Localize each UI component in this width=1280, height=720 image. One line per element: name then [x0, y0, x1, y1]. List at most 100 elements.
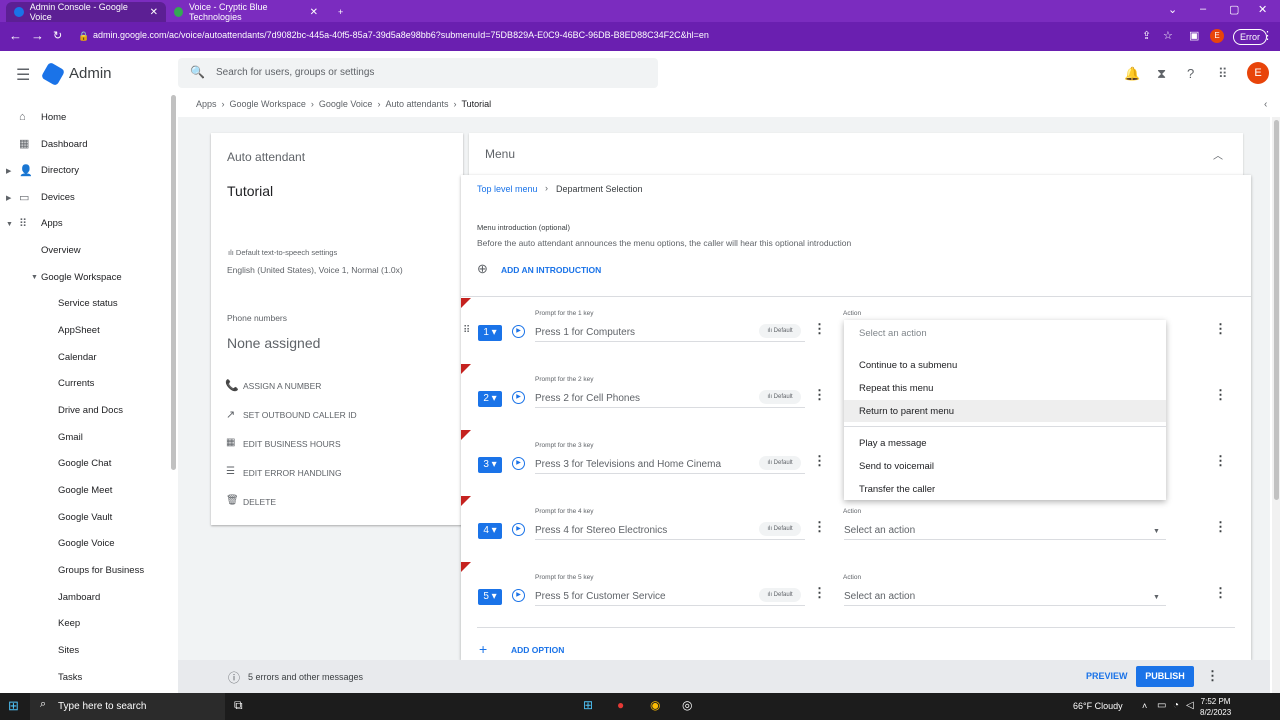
sidebar-item-directory[interactable]: Directory: [41, 165, 79, 176]
default-badge[interactable]: ılı Default: [759, 588, 801, 602]
more-vert-icon[interactable]: ⋮: [813, 387, 826, 403]
sidebar-item-service-status[interactable]: Service status: [58, 298, 118, 309]
expand-arrow-icon[interactable]: ▶: [6, 167, 11, 175]
collapse-arrow-icon[interactable]: ▼: [31, 274, 38, 281]
close-icon[interactable]: ✕: [310, 7, 318, 18]
prompt-input[interactable]: Press 3 for Televisions and Home Cinema: [535, 459, 721, 470]
more-vert-icon[interactable]: ⋮: [813, 519, 826, 535]
profile-avatar[interactable]: E: [1210, 29, 1224, 43]
url-field[interactable]: admin.google.com/ac/voice/autoattendants…: [93, 30, 709, 40]
maximize-icon[interactable]: ▢: [1229, 3, 1239, 16]
task-view-icon[interactable]: ⧉: [234, 698, 243, 713]
sidebar-item-devices[interactable]: Devices: [41, 192, 75, 203]
sidebar-item-google-workspace[interactable]: Google Workspace: [41, 272, 122, 283]
add-icon[interactable]: +: [479, 641, 487, 657]
dropdown-arrow-icon[interactable]: ▼: [1153, 528, 1160, 535]
tab-voice[interactable]: Voice - Cryptic Blue Technologies ✕: [166, 2, 326, 22]
play-icon[interactable]: ▶: [512, 325, 525, 338]
hamburger-menu-icon[interactable]: ☰: [16, 65, 30, 85]
key-select-4[interactable]: 4 ▾: [478, 523, 502, 539]
prompt-input[interactable]: Press 4 for Stereo Electronics: [535, 525, 667, 536]
dropdown-placeholder[interactable]: Select an action: [859, 328, 927, 339]
more-vert-icon[interactable]: ⋮: [1214, 453, 1227, 469]
default-badge[interactable]: ılı Default: [759, 522, 801, 536]
set-outbound-caller-id-button[interactable]: SET OUTBOUND CALLER ID: [243, 410, 357, 420]
option-return-to-parent-menu[interactable]: Return to parent menu: [859, 406, 954, 417]
more-vert-icon[interactable]: ⋮: [1214, 585, 1227, 601]
user-avatar[interactable]: E: [1247, 62, 1269, 84]
collapse-arrow-icon[interactable]: ▼: [6, 221, 13, 228]
more-vert-icon[interactable]: ⋮: [1214, 321, 1227, 337]
app-icon[interactable]: ●: [617, 698, 624, 712]
option-continue-to-submenu[interactable]: Continue to a submenu: [859, 360, 957, 371]
menu-header[interactable]: Menu ︿: [469, 133, 1243, 175]
apps-grid-icon[interactable]: ⠿: [1218, 66, 1228, 82]
option-repeat-this-menu[interactable]: Repeat this menu: [859, 383, 933, 394]
sidebar-item-currents[interactable]: Currents: [58, 378, 94, 389]
more-vert-icon[interactable]: ⋮: [813, 585, 826, 601]
prompt-input[interactable]: Press 2 for Cell Phones: [535, 393, 640, 404]
more-vert-icon[interactable]: ⋮: [1214, 387, 1227, 403]
close-window-icon[interactable]: ✕: [1258, 3, 1267, 16]
app-icon[interactable]: ◎: [682, 698, 692, 712]
bell-icon[interactable]: 🔔: [1124, 66, 1140, 82]
sidebar-scrollbar[interactable]: [171, 95, 176, 470]
option-play-a-message[interactable]: Play a message: [859, 438, 927, 449]
more-vert-icon[interactable]: ⋮: [813, 453, 826, 469]
add-option-button[interactable]: ADD OPTION: [511, 645, 564, 655]
help-icon[interactable]: ?: [1187, 66, 1194, 81]
hourglass-icon[interactable]: ⧗: [1157, 66, 1166, 82]
expand-arrow-icon[interactable]: ▶: [6, 194, 11, 202]
prompt-input[interactable]: Press 1 for Computers: [535, 327, 635, 338]
more-vert-icon[interactable]: ⋮: [813, 321, 826, 337]
lock-icon[interactable]: 🔒: [78, 31, 89, 42]
forward-icon[interactable]: →: [31, 28, 44, 43]
network-icon[interactable]: ▭: [1157, 700, 1166, 711]
key-select-2[interactable]: 2 ▾: [478, 391, 502, 407]
close-icon[interactable]: ✕: [150, 7, 158, 18]
breadcrumb-auto-attendants[interactable]: Auto attendants: [385, 99, 448, 109]
windows-start-icon[interactable]: ⊞: [8, 698, 19, 714]
play-icon[interactable]: ▶: [512, 589, 525, 602]
wifi-icon[interactable]: ◔: [1173, 700, 1179, 711]
sidebar-item-dashboard[interactable]: Dashboard: [41, 139, 87, 150]
default-badge[interactable]: ılı Default: [759, 324, 801, 338]
key-select-5[interactable]: 5 ▾: [478, 589, 502, 605]
back-icon[interactable]: ←: [9, 28, 22, 43]
sidebar-item-sites[interactable]: Sites: [58, 645, 79, 656]
breadcrumb-apps[interactable]: Apps: [196, 99, 217, 109]
add-introduction-button[interactable]: ADD AN INTRODUCTION: [501, 265, 601, 275]
sidebar-item-groups-for-business[interactable]: Groups for Business: [58, 565, 144, 576]
assign-number-button[interactable]: ASSIGN A NUMBER: [243, 381, 321, 391]
sidebar-item-tasks[interactable]: Tasks: [58, 672, 82, 683]
sidebar-item-calendar[interactable]: Calendar: [58, 352, 97, 363]
sidebar-item-gmail[interactable]: Gmail: [58, 432, 83, 443]
publish-button[interactable]: PUBLISH: [1136, 666, 1194, 687]
sidepanel-icon[interactable]: ▣: [1189, 29, 1199, 42]
windows-icon[interactable]: ⊞: [583, 698, 593, 712]
weather-status[interactable]: 66°F Cloudy: [1073, 701, 1123, 711]
tab-admin-console[interactable]: Admin Console - Google Voice ✕: [6, 2, 166, 22]
option-send-to-voicemail[interactable]: Send to voicemail: [859, 461, 934, 472]
sidebar-item-google-meet[interactable]: Google Meet: [58, 485, 112, 496]
more-vert-icon[interactable]: ⋮: [1206, 668, 1219, 684]
errors-message[interactable]: 5 errors and other messages: [248, 672, 363, 682]
edit-error-handling-button[interactable]: EDIT ERROR HANDLING: [243, 468, 342, 478]
page-scrollbar[interactable]: [1274, 120, 1279, 500]
reload-icon[interactable]: ↻: [53, 29, 62, 42]
chevron-down-icon[interactable]: ⌄: [1168, 3, 1177, 16]
key-select-3[interactable]: 3 ▾: [478, 457, 502, 473]
sidebar-item-google-voice[interactable]: Google Voice: [58, 538, 115, 549]
sidebar-item-drive-and-docs[interactable]: Drive and Docs: [58, 405, 123, 416]
sidebar-item-keep[interactable]: Keep: [58, 618, 80, 629]
breadcrumb-google-workspace[interactable]: Google Workspace: [230, 99, 306, 109]
crumb-top-level-menu[interactable]: Top level menu: [477, 184, 538, 194]
more-vert-icon[interactable]: ⋮: [1214, 519, 1227, 535]
chevron-up-icon[interactable]: ˄: [1142, 701, 1147, 711]
sidebar-item-google-chat[interactable]: Google Chat: [58, 458, 111, 469]
sidebar-item-google-vault[interactable]: Google Vault: [58, 512, 112, 523]
preview-button[interactable]: PREVIEW: [1082, 667, 1132, 685]
sidebar-item-home[interactable]: Home: [41, 112, 66, 123]
chevron-up-icon[interactable]: ︿: [1213, 147, 1223, 162]
prompt-input[interactable]: Press 5 for Customer Service: [535, 591, 666, 602]
